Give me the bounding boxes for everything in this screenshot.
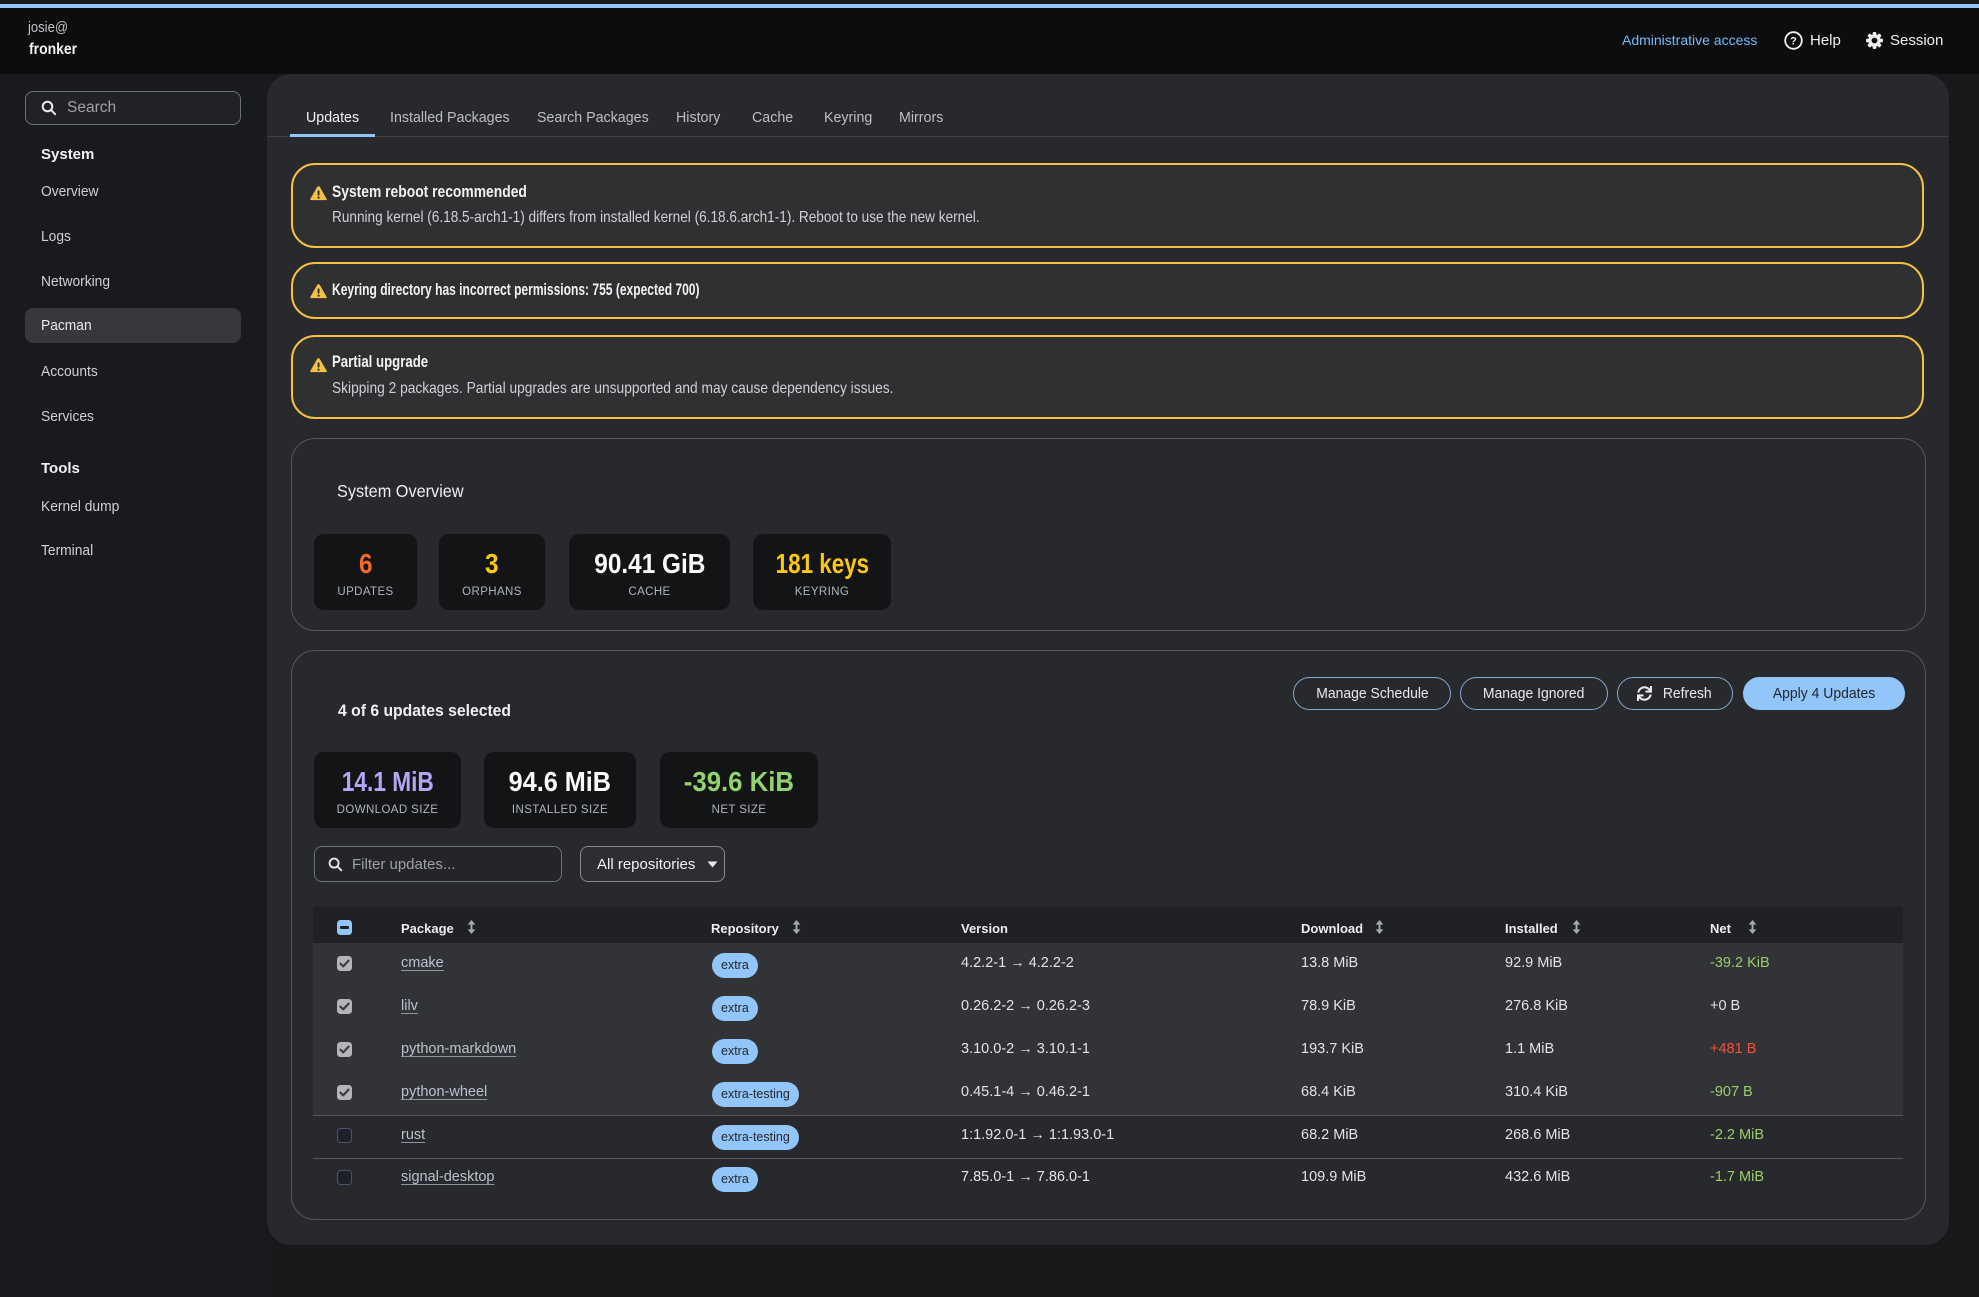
svg-text:?: ? — [1790, 35, 1797, 47]
